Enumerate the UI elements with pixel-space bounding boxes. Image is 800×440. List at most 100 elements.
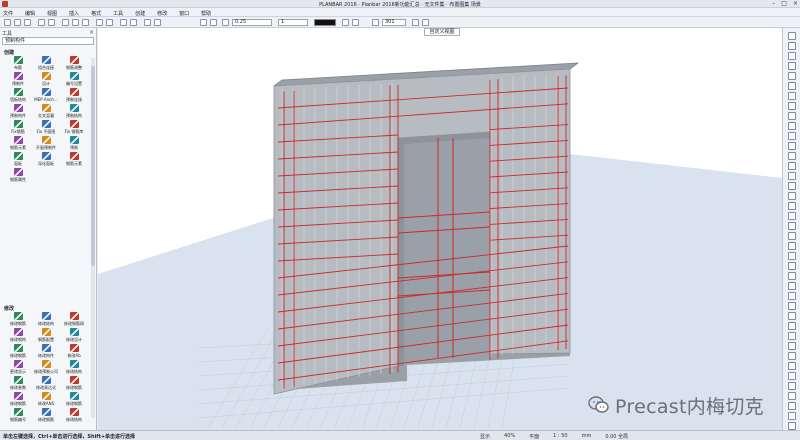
- view-tool-icon[interactable]: [788, 422, 796, 430]
- view-tool-icon[interactable]: [788, 192, 796, 200]
- properties-icon[interactable]: [130, 19, 137, 26]
- view-tool-icon[interactable]: [788, 362, 796, 370]
- tool-button[interactable]: 面板: [4, 152, 32, 168]
- tool-button[interactable]: 更改显示: [4, 360, 32, 376]
- tool-button[interactable]: 修改设计: [60, 328, 88, 344]
- status-field[interactable]: mm: [582, 433, 592, 440]
- tool-button[interactable]: 修改钢筋: [32, 408, 60, 424]
- status-field[interactable]: 1 : 50: [553, 433, 567, 440]
- view-tool-icon[interactable]: [788, 72, 796, 80]
- view-tool-icon[interactable]: [788, 112, 796, 120]
- layer-select[interactable]: 301: [382, 19, 406, 26]
- color-swatch[interactable]: [314, 19, 336, 26]
- tool-button[interactable]: 布筋: [4, 56, 32, 72]
- tool-button[interactable]: 交叉混凝: [32, 104, 60, 120]
- tool-button[interactable]: 修改表达式: [32, 376, 60, 392]
- view-tool-icon[interactable]: [788, 142, 796, 150]
- view-tool-icon[interactable]: [788, 202, 796, 210]
- status-field[interactable]: 0.00 全局: [605, 433, 628, 440]
- menu-item[interactable]: 工具: [113, 10, 123, 17]
- view-tool-icon[interactable]: [788, 372, 796, 380]
- tool-button[interactable]: 钢筋调整: [60, 56, 88, 72]
- view-tool-icon[interactable]: [788, 92, 796, 100]
- view-tool-icon[interactable]: [788, 302, 796, 310]
- view-tool-icon[interactable]: [788, 382, 796, 390]
- view-tool-icon[interactable]: [788, 82, 796, 90]
- minimize-icon[interactable]: –: [772, 0, 775, 7]
- tool-button[interactable]: 预制结构: [60, 104, 88, 120]
- tool-button[interactable]: 墙板结构: [4, 88, 32, 104]
- tool-button[interactable]: 修改结构: [60, 408, 88, 424]
- tool-button[interactable]: 修改钢筋: [4, 312, 32, 328]
- tool-button[interactable]: 预制: [60, 136, 88, 152]
- layer-icon[interactable]: [120, 19, 127, 26]
- menu-item[interactable]: 修改: [157, 10, 167, 17]
- tool-button[interactable]: 修改ANS: [32, 392, 60, 408]
- menu-item[interactable]: 格式: [91, 10, 101, 17]
- view-tool-icon[interactable]: [788, 102, 796, 110]
- status-field[interactable]: 显示: [480, 433, 490, 440]
- view-tool-icon[interactable]: [788, 402, 796, 410]
- tool-button[interactable]: 修改钢筋网: [60, 312, 88, 328]
- palette-close-icon[interactable]: ×: [89, 29, 94, 36]
- tool-button[interactable]: 深化面板: [32, 152, 60, 168]
- visibility-icon[interactable]: [412, 19, 419, 26]
- menu-item[interactable]: 帮助: [201, 10, 211, 17]
- save-icon[interactable]: [24, 19, 31, 26]
- close-icon[interactable]: ×: [793, 0, 798, 7]
- view-tool-icon[interactable]: [788, 352, 796, 360]
- section-create-title[interactable]: 创建: [4, 49, 14, 56]
- pan-icon[interactable]: [106, 19, 113, 26]
- view-tool-icon[interactable]: [788, 32, 796, 40]
- pen-thickness-select[interactable]: 0.25: [232, 19, 272, 26]
- tool-button[interactable]: 修改钢筋: [60, 376, 88, 392]
- view-tool-icon[interactable]: [788, 212, 796, 220]
- tool-button[interactable]: 修改钢筋: [4, 392, 32, 408]
- view-tool-icon[interactable]: [788, 412, 796, 420]
- fill-icon[interactable]: [342, 19, 349, 26]
- status-field[interactable]: 平面: [529, 433, 539, 440]
- tool-button[interactable]: 修改预制公司: [32, 360, 60, 376]
- grid-icon[interactable]: [210, 19, 217, 26]
- tool-button[interactable]: Fix 平面图: [32, 120, 60, 136]
- line-type-select[interactable]: 1: [278, 19, 308, 26]
- view-tool-icon[interactable]: [788, 292, 796, 300]
- tool-button[interactable]: 开窗预制件: [32, 136, 60, 152]
- tool-button[interactable]: 钢筋元素: [60, 152, 88, 168]
- view-tool-icon[interactable]: [788, 342, 796, 350]
- view-tool-icon[interactable]: [788, 42, 796, 50]
- tool-button[interactable]: 预制件: [4, 72, 32, 88]
- redo-icon[interactable]: [48, 19, 55, 26]
- view-tool-icon[interactable]: [788, 52, 796, 60]
- palette-path-select[interactable]: 预制构件: [2, 37, 94, 45]
- tool-button[interactable]: Fix 钢筋库: [60, 120, 88, 136]
- menu-item[interactable]: 视图: [47, 10, 57, 17]
- tool-button[interactable]: MEP Anch...: [32, 88, 60, 104]
- view-tool-icon[interactable]: [788, 312, 796, 320]
- view-tool-icon[interactable]: [788, 152, 796, 160]
- tool-button[interactable]: 预制构件: [4, 104, 32, 120]
- tool-button[interactable]: 修改结构: [32, 312, 60, 328]
- view-tool-icon[interactable]: [788, 252, 796, 260]
- view-tool-icon[interactable]: [788, 262, 796, 270]
- zoom-icon[interactable]: [96, 19, 103, 26]
- tool-button[interactable]: 预制连接: [60, 88, 88, 104]
- tool-button[interactable]: 钢筋属性: [4, 168, 32, 184]
- format-icon[interactable]: [352, 19, 359, 26]
- undo-icon[interactable]: [38, 19, 45, 26]
- tool-button[interactable]: 钢筋元素: [4, 136, 32, 152]
- tool-button[interactable]: 钢筋编号: [4, 408, 32, 424]
- view-tool-icon[interactable]: [788, 322, 796, 330]
- view-tool-icon[interactable]: [788, 242, 796, 250]
- paste-icon[interactable]: [82, 19, 89, 26]
- tool-button[interactable]: 编号设置: [60, 72, 88, 88]
- maximize-icon[interactable]: □: [781, 0, 787, 7]
- section-modify-title[interactable]: 修改: [4, 305, 14, 312]
- tool-button[interactable]: 修改结构: [60, 360, 88, 376]
- tool-button[interactable]: 设计: [32, 72, 60, 88]
- view-tool-icon[interactable]: [788, 332, 796, 340]
- menu-item[interactable]: 窗口: [179, 10, 189, 17]
- view-tool-icon[interactable]: [788, 182, 796, 190]
- tool-button[interactable]: 修改钢筋: [4, 344, 32, 360]
- measure-icon[interactable]: [144, 19, 151, 26]
